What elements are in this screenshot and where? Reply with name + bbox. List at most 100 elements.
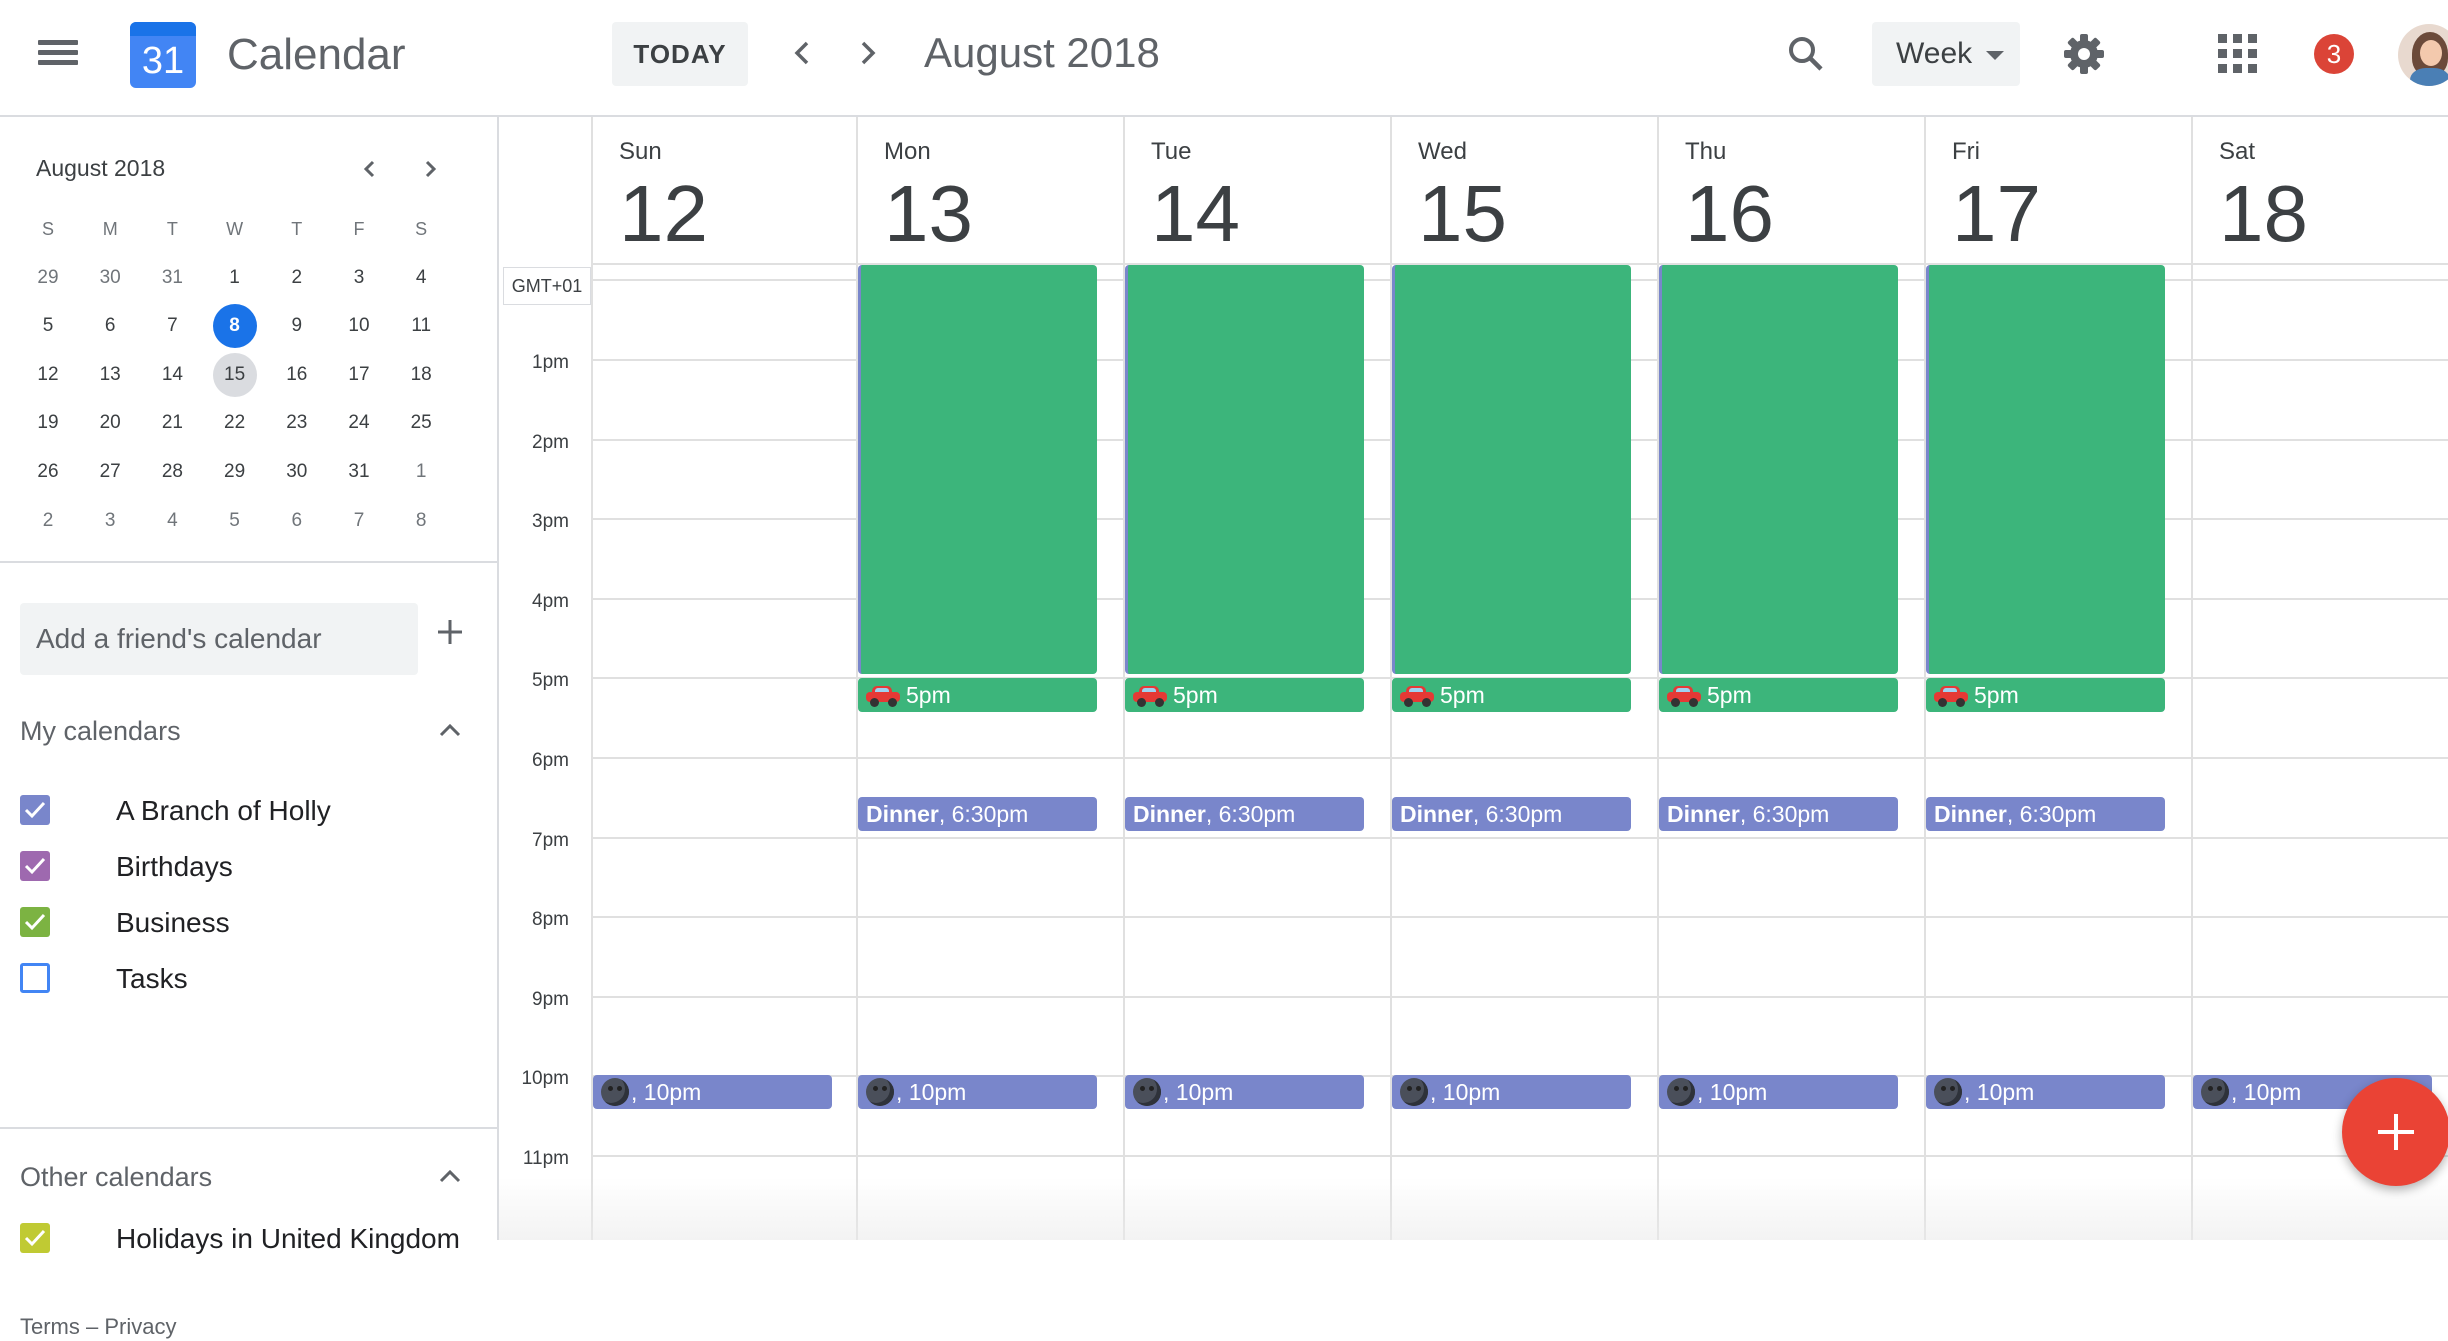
dinner-event[interactable]: Dinner, 6:30pm <box>1392 796 1631 831</box>
mini-day[interactable]: 2 <box>275 256 319 300</box>
day-header[interactable]: Sat 18 <box>2191 117 2448 265</box>
day-number[interactable]: 14 <box>1151 169 1240 259</box>
notification-badge[interactable]: 3 <box>2314 34 2354 74</box>
mini-day[interactable]: 29 <box>213 450 257 494</box>
day-header[interactable]: Sun 12 <box>591 117 858 265</box>
mini-day[interactable]: 7 <box>150 304 194 348</box>
mini-day[interactable]: 20 <box>88 401 132 445</box>
mini-prev-month-icon[interactable] <box>352 151 388 187</box>
terms-privacy-links[interactable]: Terms – Privacy <box>20 1313 176 1341</box>
mini-day[interactable]: 13 <box>88 353 132 397</box>
next-week-icon[interactable] <box>842 28 892 78</box>
mini-day[interactable]: 11 <box>399 304 443 348</box>
calendar-list-item[interactable]: Tasks <box>20 961 480 1001</box>
calendar-list-item[interactable]: A Branch of Holly <box>20 793 480 833</box>
mini-day[interactable]: 1 <box>399 450 443 494</box>
calendar-checkbox[interactable] <box>20 1223 50 1253</box>
settings-gear-icon[interactable] <box>2058 28 2110 80</box>
calendar-checkbox[interactable] <box>20 795 50 825</box>
mini-day[interactable]: 30 <box>88 256 132 300</box>
mini-day[interactable]: 28 <box>150 450 194 494</box>
calendar-checkbox[interactable] <box>20 851 50 881</box>
today-button[interactable]: TODAY <box>612 22 748 86</box>
mini-day[interactable]: 9 <box>275 304 319 348</box>
main-menu-icon[interactable] <box>30 28 90 78</box>
mini-day[interactable]: 10 <box>337 304 381 348</box>
day-number[interactable]: 12 <box>619 169 708 259</box>
mini-day[interactable]: 27 <box>88 450 132 494</box>
mini-day[interactable]: 23 <box>275 401 319 445</box>
day-number[interactable]: 16 <box>1685 169 1774 259</box>
mini-day[interactable]: 8 <box>212 304 257 349</box>
day-header[interactable]: Wed 15 <box>1390 117 1657 265</box>
mini-day[interactable]: 31 <box>337 450 381 494</box>
day-header[interactable]: Mon 13 <box>856 117 1123 265</box>
mini-day[interactable]: 3 <box>337 256 381 300</box>
dinner-event[interactable]: Dinner, 6:30pm <box>1926 796 2165 831</box>
event-block[interactable] <box>858 265 1097 675</box>
mini-day[interactable]: 18 <box>399 353 443 397</box>
mini-day[interactable]: 6 <box>88 304 132 348</box>
mini-day[interactable]: 5 <box>26 304 70 348</box>
mini-day[interactable]: 21 <box>150 401 194 445</box>
commute-event[interactable]: 5pm <box>1392 678 1631 713</box>
add-friend-calendar-input[interactable]: Add a friend's calendar <box>20 603 418 675</box>
night-event[interactable]: , 10pm <box>858 1075 1097 1110</box>
mini-day[interactable]: 16 <box>275 353 319 397</box>
mini-day[interactable]: 1 <box>213 256 257 300</box>
collapse-my-calendars-icon[interactable] <box>432 713 468 749</box>
mini-day[interactable]: 7 <box>337 499 381 543</box>
day-number[interactable]: 15 <box>1418 169 1507 259</box>
mini-day[interactable]: 17 <box>337 353 381 397</box>
mini-day[interactable]: 14 <box>150 353 194 397</box>
event-block[interactable] <box>1659 265 1898 675</box>
mini-day[interactable]: 30 <box>275 450 319 494</box>
add-calendar-plus-icon[interactable] <box>432 614 468 650</box>
account-avatar[interactable] <box>2398 24 2448 86</box>
dinner-event[interactable]: Dinner, 6:30pm <box>1125 796 1364 831</box>
night-event[interactable]: , 10pm <box>1125 1075 1364 1110</box>
day-header[interactable]: Fri 17 <box>1924 117 2191 265</box>
day-number[interactable]: 13 <box>884 169 973 259</box>
mini-day[interactable]: 2 <box>26 499 70 543</box>
mini-day[interactable]: 19 <box>26 401 70 445</box>
mini-day[interactable]: 3 <box>88 499 132 543</box>
mini-day[interactable]: 4 <box>399 256 443 300</box>
dinner-event[interactable]: Dinner, 6:30pm <box>858 796 1097 831</box>
mini-day[interactable]: 6 <box>275 499 319 543</box>
previous-week-icon[interactable] <box>778 28 828 78</box>
collapse-other-calendars-icon[interactable] <box>432 1159 468 1195</box>
commute-event[interactable]: 5pm <box>1659 678 1898 713</box>
calendar-list-item[interactable]: Business <box>20 905 480 945</box>
commute-event[interactable]: 5pm <box>858 678 1097 713</box>
night-event[interactable]: , 10pm <box>1926 1075 2165 1110</box>
other-calendars-header[interactable]: Other calendars <box>20 1159 212 1195</box>
dinner-event[interactable]: Dinner, 6:30pm <box>1659 796 1898 831</box>
mini-day[interactable]: 31 <box>150 256 194 300</box>
event-block[interactable] <box>1926 265 2165 675</box>
mini-day[interactable]: 22 <box>213 401 257 445</box>
calendar-checkbox[interactable] <box>20 907 50 937</box>
mini-day[interactable]: 8 <box>399 499 443 543</box>
night-event[interactable]: , 10pm <box>1659 1075 1898 1110</box>
event-block[interactable] <box>1392 265 1631 675</box>
commute-event[interactable]: 5pm <box>1926 678 2165 713</box>
day-number[interactable]: 18 <box>2219 169 2308 259</box>
day-number[interactable]: 17 <box>1952 169 2041 259</box>
night-event[interactable]: , 10pm <box>593 1075 832 1110</box>
mini-next-month-icon[interactable] <box>412 151 448 187</box>
create-event-button[interactable] <box>2342 1078 2448 1186</box>
mini-day[interactable]: 12 <box>26 353 70 397</box>
commute-event[interactable]: 5pm <box>1125 678 1364 713</box>
mini-day[interactable]: 24 <box>337 401 381 445</box>
mini-day[interactable]: 26 <box>26 450 70 494</box>
day-header[interactable]: Thu 16 <box>1657 117 1924 265</box>
apps-grid-icon[interactable] <box>2218 34 2258 74</box>
mini-day[interactable]: 5 <box>213 499 257 543</box>
calendar-checkbox[interactable] <box>20 963 50 993</box>
calendar-list-item[interactable]: Holidays in United Kingdom <box>20 1221 480 1261</box>
view-switcher[interactable]: Week <box>1872 22 2020 86</box>
calendar-list-item[interactable]: Birthdays <box>20 849 480 889</box>
my-calendars-header[interactable]: My calendars <box>20 713 181 749</box>
day-header[interactable]: Tue 14 <box>1123 117 1390 265</box>
